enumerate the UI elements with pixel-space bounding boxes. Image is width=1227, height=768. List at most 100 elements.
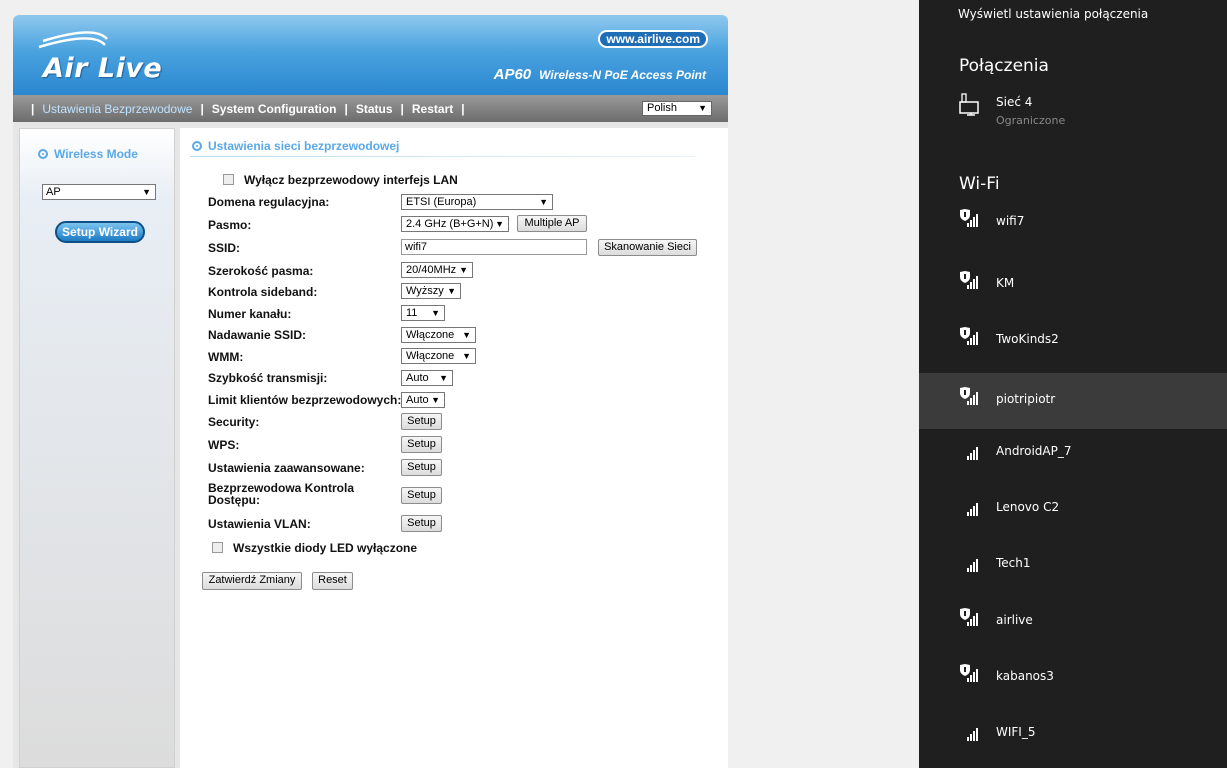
wmm-label: WMM: [208,350,244,364]
vlan-setup-button[interactable]: Setup [401,515,442,532]
tx-rate-select[interactable]: Auto ▼ [401,370,453,386]
wifi-network-name: wifi7 [996,214,1025,228]
wireless-mode-value: AP [46,186,61,198]
view-connection-settings-link[interactable]: Wyświetl ustawienia połączenia [958,7,1148,21]
disable-lan-label: Wyłącz bezprzewodowy interfejs LAN [244,173,458,187]
wifi-network-item[interactable]: Tech1 [919,537,1227,593]
chevron-down-icon: ▼ [142,187,151,197]
wifi-signal-icon [967,503,978,516]
nav-status[interactable]: Status [356,102,393,116]
advanced-label: Ustawienia zaawansowane: [208,461,365,475]
ssid-broadcast-select[interactable]: Włączone ▼ [401,327,476,343]
secured-wifi-signal-icon [960,664,978,682]
wifi-heading: Wi-Fi [959,174,1000,194]
wifi-network-item[interactable]: AndroidAP_7 [919,425,1227,481]
nav-separator: | [400,101,404,116]
nav-separator: | [461,101,465,116]
sidebar-title-text: Wireless Mode [54,147,138,161]
wifi-network-name: kabanos3 [996,669,1054,683]
disable-lan-checkbox[interactable] [223,174,234,185]
security-setup-button[interactable]: Setup [401,413,442,430]
network-flyout: Wyświetl ustawienia połączenia Połączeni… [919,0,1227,768]
section-title: Ustawienia sieci bezprzewodowej [192,139,399,153]
advanced-setup-button[interactable]: Setup [401,459,442,476]
model-code: AP60 [493,66,532,83]
band-label: Pasmo: [208,218,252,232]
sideband-select[interactable]: Wyższy ▼ [401,283,461,299]
wifi-network-name: piotripiotr [996,392,1056,406]
channel-value: 11 [406,307,418,319]
nav-separator: | [344,101,348,116]
ssid-input[interactable]: wifi7 [401,239,587,255]
bandwidth-value: 20/40MHz [406,264,457,276]
ssid-broadcast-value: Włączone [406,329,455,341]
secured-wifi-signal-icon [960,387,978,405]
reset-button[interactable]: Reset [312,572,353,590]
wifi-network-name: WIFI_5 [996,725,1036,739]
channel-label: Numer kanału: [208,307,292,321]
wifi-network-item[interactable]: Lenovo C2 [919,481,1227,537]
chevron-down-icon: ▼ [459,265,468,275]
leds-off-label: Wszystkie diody LED wyłączone [233,541,418,555]
secured-wifi-signal-icon [960,608,978,626]
target-bullet-icon [38,149,48,159]
nav-wireless-settings[interactable]: Ustawienia Bezprzewodowe [42,102,192,116]
leds-off-checkbox[interactable] [212,542,223,553]
wifi-network-item[interactable]: TwoKinds2 [919,313,1227,369]
apply-changes-button[interactable]: Zatwierdź Zmiany [202,572,302,590]
band-value: 2.4 GHz (B+G+N) [406,218,494,230]
wifi-signal-icon [967,559,978,572]
nav-restart[interactable]: Restart [412,102,453,116]
access-control-setup-button[interactable]: Setup [401,487,442,504]
wifi-network-item[interactable]: piotripiotr [919,373,1227,429]
section-title-text: Ustawienia sieci bezprzewodowej [208,139,400,153]
multiple-ap-button[interactable]: Multiple AP [517,215,587,232]
ethernet-connection[interactable]: Sieć 4 [996,95,1032,109]
ssid-broadcast-label: Nadawanie SSID: [208,328,307,342]
connections-heading: Połączenia [959,56,1049,76]
chevron-down-icon: ▼ [462,351,471,361]
nav-separator: | [200,101,204,116]
domain-select[interactable]: ETSI (Europa) ▼ [401,194,553,210]
client-limit-label: Limit klientów bezprzewodowych: [208,393,402,407]
chevron-down-icon: ▼ [447,286,456,296]
domain-label: Domena regulacyjna: [208,195,330,209]
client-limit-select[interactable]: Auto ▼ [401,392,445,408]
channel-select[interactable]: 11 ▼ [401,305,445,321]
wifi-network-item[interactable]: KM [919,257,1227,313]
wmm-select[interactable]: Włączone ▼ [401,348,476,364]
setup-wizard-button[interactable]: Setup Wizard [55,221,145,243]
tx-rate-label: Szybkość transmisji: [208,371,328,385]
access-control-label-line2: Dostępu: [208,493,260,507]
wps-setup-button[interactable]: Setup [401,436,442,453]
chevron-down-icon: ▼ [698,103,707,113]
wifi-network-name: AndroidAP_7 [996,444,1072,458]
ethernet-status: Ograniczone [996,114,1066,127]
client-limit-value: Auto [406,394,429,406]
wifi-network-item[interactable]: WIFI_5 [919,706,1227,762]
security-label: Security: [208,415,260,429]
bandwidth-select[interactable]: 20/40MHz ▼ [401,262,473,278]
bandwidth-label: Szerokość pasma: [208,264,314,278]
wireless-mode-select[interactable]: AP ▼ [42,184,156,200]
band-select[interactable]: 2.4 GHz (B+G+N) ▼ [401,216,509,232]
wifi-signal-icon [967,728,978,741]
wifi-network-item[interactable]: airlive [919,594,1227,650]
wifi-network-item[interactable]: kabanos3 [919,650,1227,706]
wifi-network-item[interactable]: wifi7 [919,195,1227,251]
top-nav: | Ustawienia Bezprzewodowe | System Conf… [13,95,728,122]
wps-label: WPS: [208,438,240,452]
chevron-down-icon: ▼ [495,219,504,229]
sideband-label: Kontrola sideband: [208,285,318,299]
language-select[interactable]: Polish ▼ [642,101,712,116]
wifi-network-name: Tech1 [996,556,1031,570]
settings-form: Ustawienia sieci bezprzewodowej Wyłącz b… [180,128,728,768]
chevron-down-icon: ▼ [539,197,548,207]
content-area: Wireless Mode AP ▼ Setup Wizard Ustawien… [13,122,728,768]
wifi-network-name: KM [996,276,1015,290]
nav-system-configuration[interactable]: System Configuration [212,102,337,116]
access-control-label: Bezprzewodowa Kontrola Dostępu: [208,482,354,506]
ethernet-icon [959,93,979,116]
website-link[interactable]: www.airlive.com [598,30,708,48]
scan-network-button[interactable]: Skanowanie Sieci [598,239,697,256]
